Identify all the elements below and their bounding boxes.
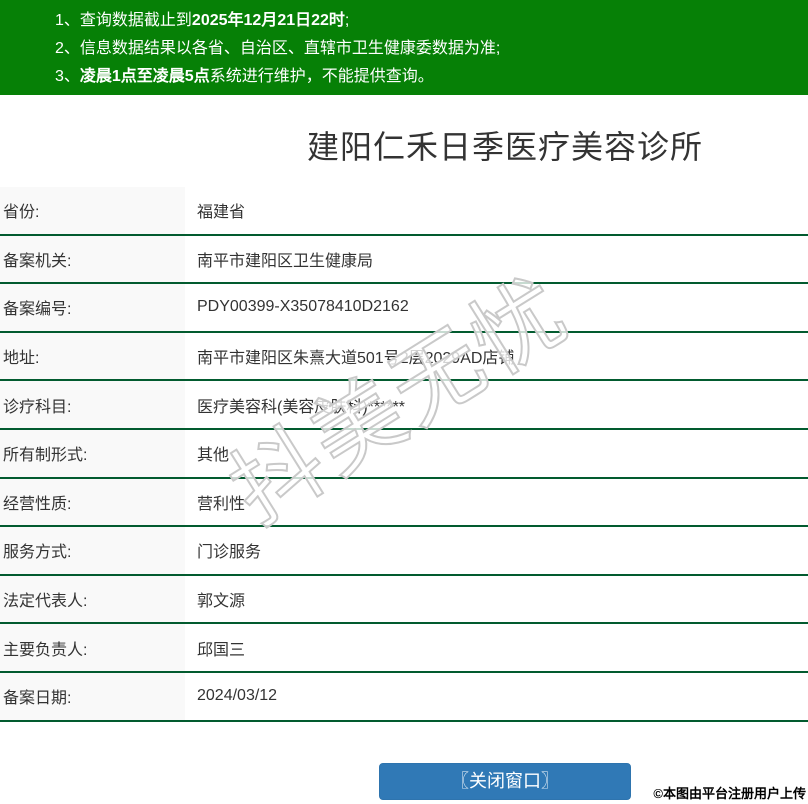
notice-text: 系统进行维护，不能提供查询。	[209, 68, 434, 85]
notice-text: 查询数据截止到	[79, 12, 192, 29]
table-row: 备案编号: PDY00399-X35078410D2162	[0, 284, 808, 333]
row-label: 服务方式:	[0, 527, 185, 574]
row-value: 2024/03/12	[197, 687, 278, 705]
page-content: 1、查询数据截止到2025年12月21日22时; 2、信息数据结果以各省、自治区…	[0, 0, 808, 800]
row-value: 门诊服务	[197, 544, 262, 562]
row-label: 法定代表人:	[0, 575, 185, 623]
notice-number: 1、	[55, 12, 80, 29]
row-value: 福建省	[197, 204, 246, 222]
row-value: 南平市建阳区卫生健康局	[197, 252, 374, 270]
notice-item-2: 2、信息数据结果以各省、自治区、直辖市卫生健康委数据为准;	[55, 35, 808, 63]
row-label: 省份:	[0, 187, 185, 234]
row-label: 所有制形式:	[0, 429, 185, 477]
notice-item-1: 1、查询数据截止到2025年12月21日22时;	[55, 7, 808, 35]
notice-text: 信息数据结果以各省、自治区、直辖市卫生健康委数据为准;	[79, 40, 501, 57]
row-value: 医疗美容科(美容皮肤科)******	[197, 398, 406, 416]
row-value: 郭文源	[197, 593, 246, 611]
table-row: 法定代表人: 郭文源	[0, 575, 808, 625]
table-row: 地址: 南平市建阳区朱熹大道501号2层2029AD店铺	[0, 332, 808, 382]
row-value: 营利性	[197, 495, 246, 513]
row-label: 备案日期:	[0, 672, 185, 720]
notice-text: ;	[344, 12, 350, 29]
row-value: 其他	[197, 447, 230, 465]
row-value: PDY00399-X35078410D2162	[197, 298, 409, 316]
row-label: 备案编号:	[0, 284, 185, 331]
table-row: 经营性质: 营利性	[0, 478, 808, 528]
table-row: 所有制形式: 其他	[0, 429, 808, 479]
row-label: 地址:	[0, 332, 185, 380]
notice-item-3: 3、凌晨1点至凌晨5点系统进行维护，不能提供查询。	[55, 63, 808, 91]
notice-bar: 1、查询数据截止到2025年12月21日22时; 2、信息数据结果以各省、自治区…	[0, 0, 808, 95]
row-label: 备案机关:	[0, 235, 185, 283]
page-title: 建阳仁禾日季医疗美容诊所	[306, 129, 703, 165]
notice-list: 1、查询数据截止到2025年12月21日22时; 2、信息数据结果以各省、自治区…	[55, 7, 808, 91]
table-row: 备案机关: 南平市建阳区卫生健康局	[0, 235, 808, 285]
row-label: 经营性质:	[0, 478, 185, 526]
table-row: 服务方式: 门诊服务	[0, 527, 808, 576]
upload-attribution-note: ©本图由平台注册用户上传	[653, 786, 806, 801]
row-value: 南平市建阳区朱熹大道501号2层2029AD店铺	[197, 350, 515, 368]
close-window-button[interactable]: 〖关闭窗口〗	[379, 762, 631, 800]
notice-number: 3、	[55, 68, 80, 85]
table-row: 省份: 福建省	[0, 187, 808, 236]
clinic-info-table: 省份: 福建省 备案机关: 南平市建阳区卫生健康局 备案编号: PDY00399…	[0, 187, 808, 722]
notice-text-bold: 凌晨1点至凌晨5点	[79, 68, 210, 85]
notice-text-bold: 2025年12月21日22时	[191, 12, 345, 29]
row-label: 诊疗科目:	[0, 381, 185, 428]
row-label: 主要负责人:	[0, 624, 185, 671]
row-value: 邱国三	[197, 641, 246, 659]
table-row: 诊疗科目: 医疗美容科(美容皮肤科)******	[0, 381, 808, 430]
table-row: 主要负责人: 邱国三	[0, 624, 808, 673]
notice-number: 2、	[55, 40, 80, 57]
table-row: 备案日期: 2024/03/12	[0, 672, 808, 722]
